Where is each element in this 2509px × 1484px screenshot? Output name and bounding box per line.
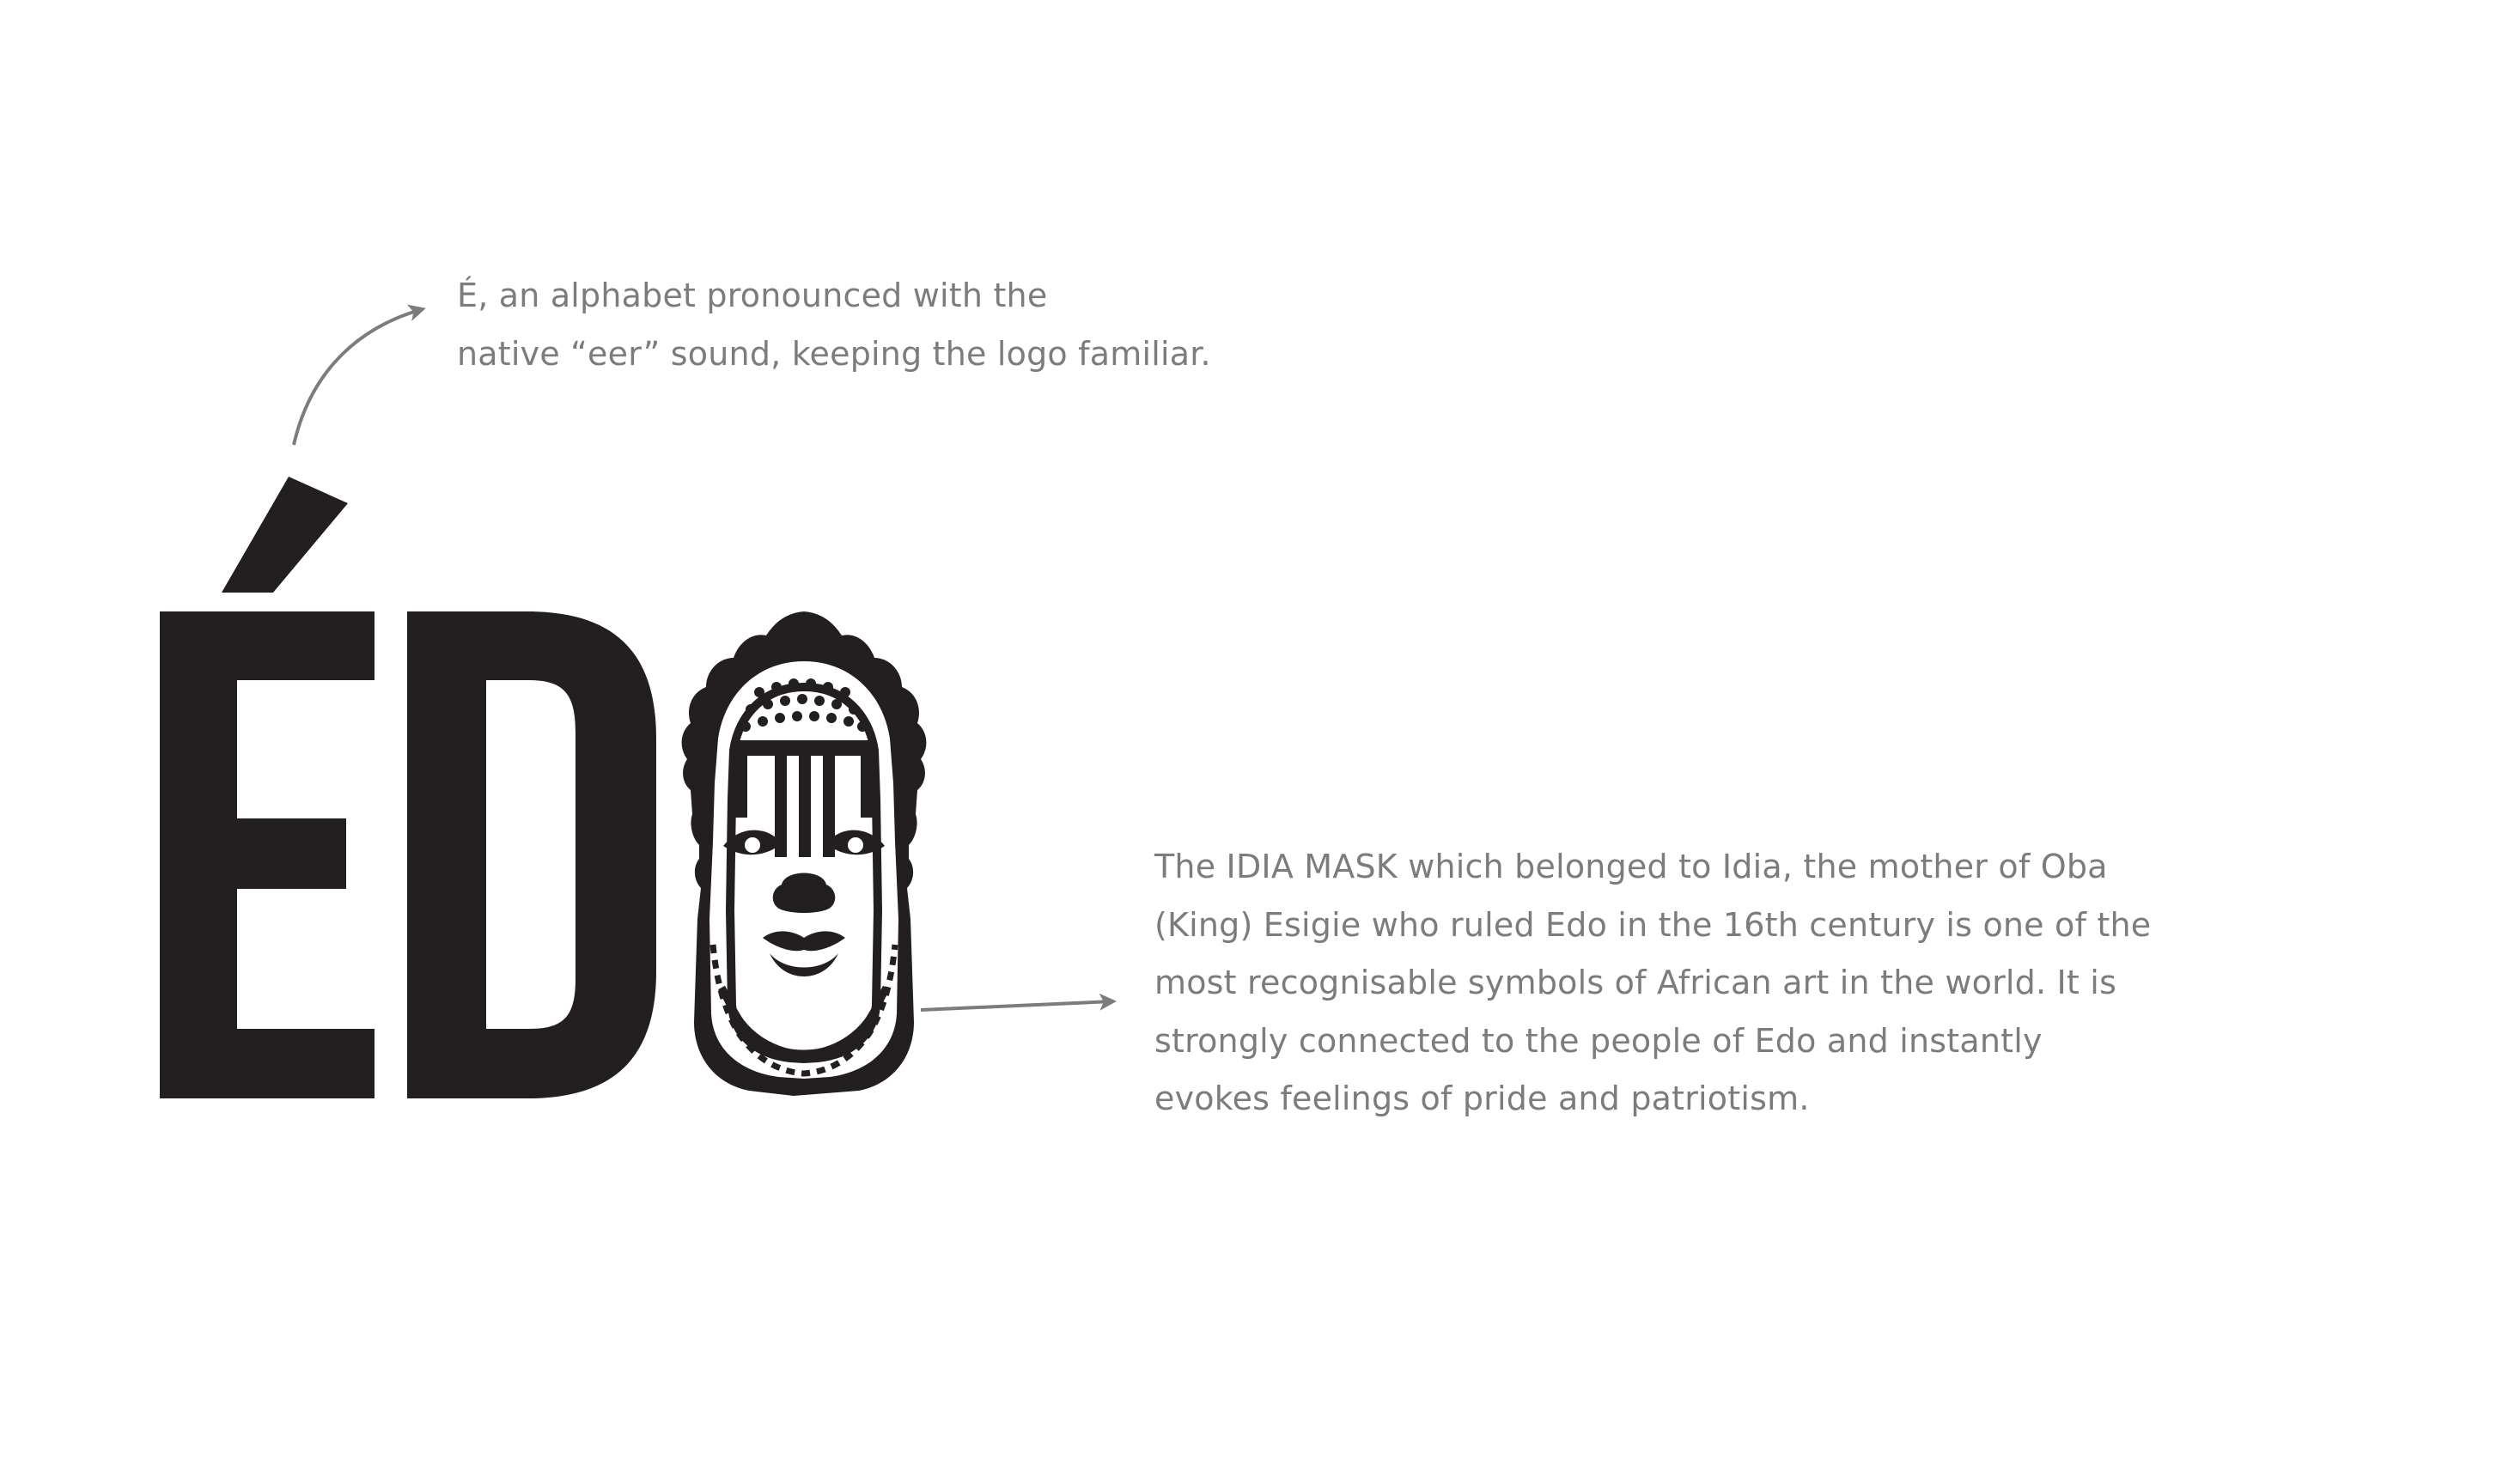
accent-note: É, an alphabet pronounced with the nativ… (457, 266, 1402, 383)
mask-note-line: (King) Esigie who ruled Edo in the 16th … (1154, 905, 2152, 944)
mask-note-line: The IDIA MASK which belonged to Idia, th… (1154, 848, 2108, 885)
mask-note-line: most recognisable symbols of African art… (1154, 964, 2117, 1001)
mask-note-arrow (920, 993, 1117, 1012)
mask-note-line: evokes feelings of pride and patriotism. (1154, 1080, 1810, 1117)
mask-note-line: strongly connected to the people of Edo … (1154, 1021, 2043, 1060)
acute-accent-mark (222, 477, 348, 593)
accent-note-line: É, an alphabet pronounced with the (457, 277, 1048, 314)
accent-note-line: native “eer” sound, keeping the logo fam… (457, 335, 1211, 373)
letter-d-glyph (407, 611, 656, 1098)
edo-logo-artwork (160, 304, 1117, 1098)
letter-e-glyph (160, 611, 375, 1098)
mask-note: The IDIA MASK which belonged to Idia, th… (1154, 838, 2237, 1128)
accent-note-arrow (292, 304, 426, 446)
idia-mask-icon (681, 611, 927, 1096)
